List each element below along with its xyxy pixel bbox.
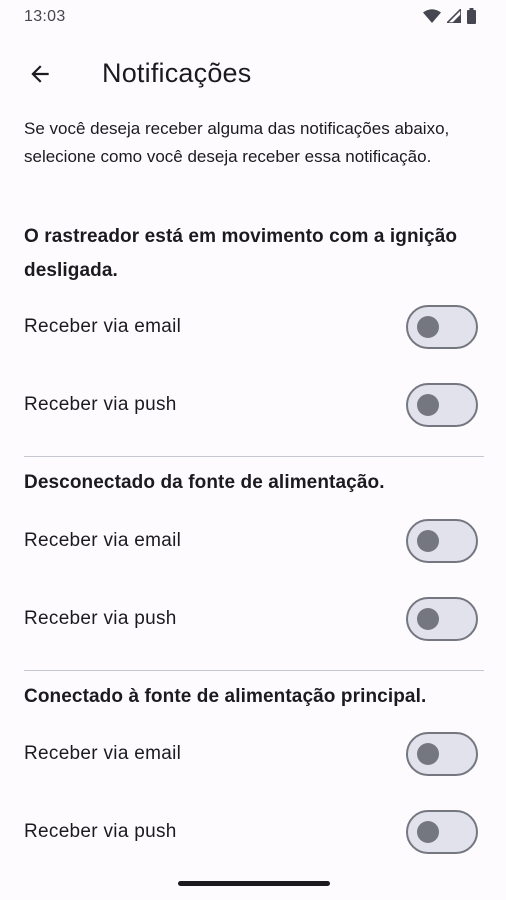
cell-signal-icon: [447, 9, 461, 23]
home-indicator[interactable]: [178, 881, 330, 886]
battery-icon: [467, 8, 476, 24]
section-title: Desconectado da fonte de alimentação.: [24, 472, 385, 493]
status-time: 13:03: [24, 8, 66, 25]
push-toggle-switch[interactable]: [406, 597, 478, 641]
intro-text: Se você deseja receber alguma das notifi…: [24, 119, 450, 166]
option-label: Receber via push: [24, 821, 177, 842]
push-toggle-switch[interactable]: [406, 383, 478, 427]
switch-thumb: [417, 316, 439, 338]
arrow-left-icon: [27, 61, 53, 92]
option-row-push: Receber via push: [0, 800, 506, 864]
option-label: Receber via push: [24, 394, 177, 415]
status-icons: [423, 8, 476, 24]
section-title: O rastreador está em movimento com a ign…: [24, 226, 458, 281]
option-label: Receber via push: [24, 608, 177, 629]
divider: [24, 456, 484, 457]
email-toggle-switch[interactable]: [406, 305, 478, 349]
page-title: Notificações: [102, 58, 252, 88]
option-row-email: Receber via email: [0, 722, 506, 786]
option-label: Receber via email: [24, 530, 182, 551]
option-row-push: Receber via push: [0, 373, 506, 437]
option-row-email: Receber via email: [0, 295, 506, 359]
option-label: Receber via email: [24, 316, 182, 337]
switch-thumb: [417, 394, 439, 416]
switch-thumb: [417, 608, 439, 630]
wifi-icon: [423, 8, 441, 24]
option-label: Receber via email: [24, 743, 182, 764]
switch-thumb: [417, 821, 439, 843]
option-row-push: Receber via push: [0, 587, 506, 651]
app-bar: Notificações: [0, 44, 506, 108]
switch-thumb: [417, 743, 439, 765]
switch-thumb: [417, 530, 439, 552]
option-row-email: Receber via email: [0, 509, 506, 573]
divider: [24, 670, 484, 671]
email-toggle-switch[interactable]: [406, 519, 478, 563]
push-toggle-switch[interactable]: [406, 810, 478, 854]
email-toggle-switch[interactable]: [406, 732, 478, 776]
back-button[interactable]: [16, 52, 64, 100]
section-title: Conectado à fonte de alimentação princip…: [24, 686, 427, 707]
status-bar: 13:03: [0, 0, 506, 36]
